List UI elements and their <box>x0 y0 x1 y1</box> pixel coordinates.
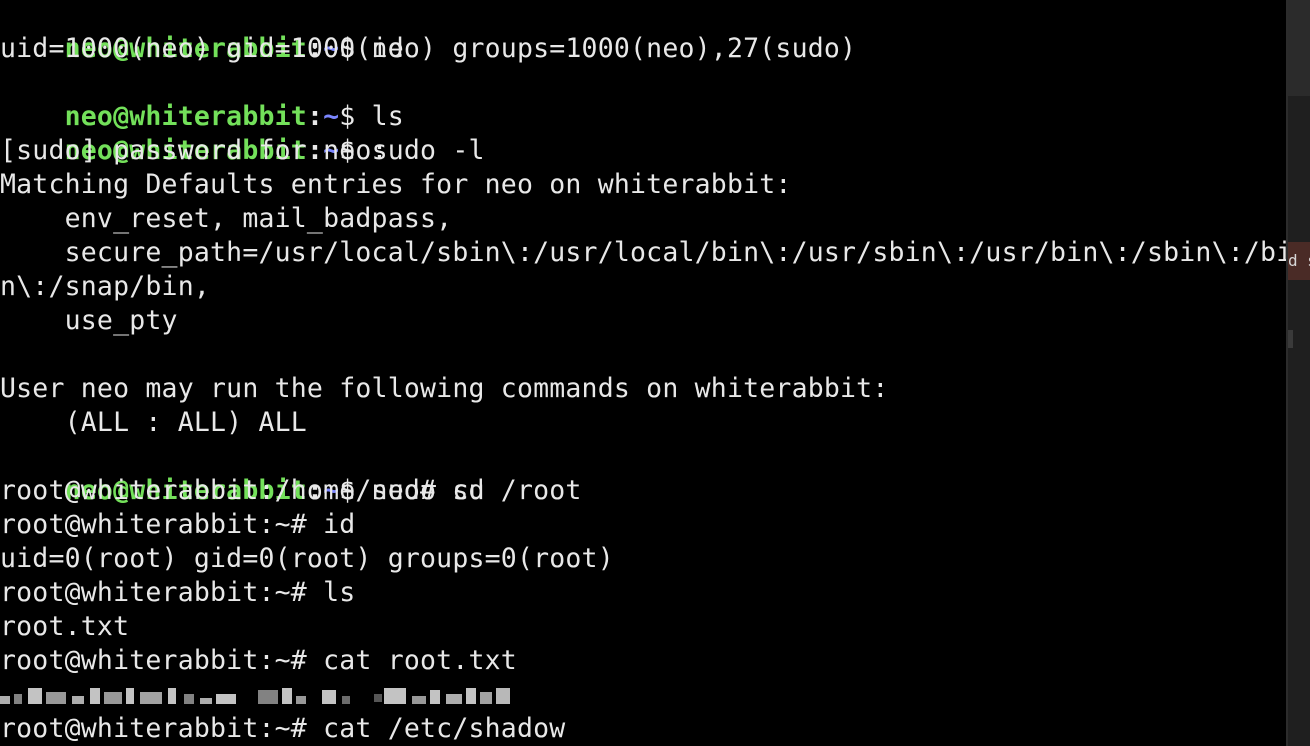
output-line: secure_path=/usr/local/sbin\:/usr/local/… <box>0 237 1286 268</box>
side-panel-header <box>1288 0 1310 96</box>
output-line: (ALL : ALL) ALL <box>0 407 307 438</box>
root-prompt-line: root@whiterabbit:~# cat root.txt <box>0 645 517 676</box>
root-prompt-line: root@whiterabbit:/home/neo# cd /root <box>0 475 582 506</box>
output-line: uid=0(root) gid=0(root) groups=0(root) <box>0 543 614 574</box>
terminal-prompt-line: neo@whiterabbit:~$ id <box>0 0 404 64</box>
output-line: env_reset, mail_badpass, <box>0 203 453 234</box>
terminal-prompt-line: neo@whiterabbit:~$ sudo -l <box>0 100 485 166</box>
terminal-prompt-line: neo@whiterabbit:~$ ls <box>0 66 404 132</box>
output-line: Matching Defaults entries for neo on whi… <box>0 169 792 200</box>
root-prompt-line: root@whiterabbit:~# cat /etc/shadow <box>0 713 566 744</box>
terminal-prompt-line: neo@whiterabbit:~$ sudo su <box>0 440 485 506</box>
side-panel: d s <box>1286 0 1310 746</box>
side-panel-highlight[interactable]: d s <box>1288 242 1310 280</box>
terminal-window[interactable]: neo@whiterabbit:~$ id uid=1000(neo) gid=… <box>0 0 1286 746</box>
output-line: root.txt <box>0 611 130 642</box>
output-line: use_pty <box>0 305 178 336</box>
root-prompt-line: root@whiterabbit:~# ls <box>0 577 356 608</box>
redacted-flag <box>0 686 520 710</box>
command-text: sudo -l <box>371 135 485 166</box>
side-panel-marker <box>1288 330 1293 348</box>
root-prompt-line: root@whiterabbit:~# id <box>0 509 356 540</box>
output-line: User neo may run the following commands … <box>0 373 889 404</box>
output-line: n\:/snap/bin, <box>0 271 211 302</box>
output-line: uid=1000(neo) gid=1000(neo) groups=1000(… <box>0 33 857 64</box>
output-line: [sudo] password for neo: <box>0 135 388 166</box>
